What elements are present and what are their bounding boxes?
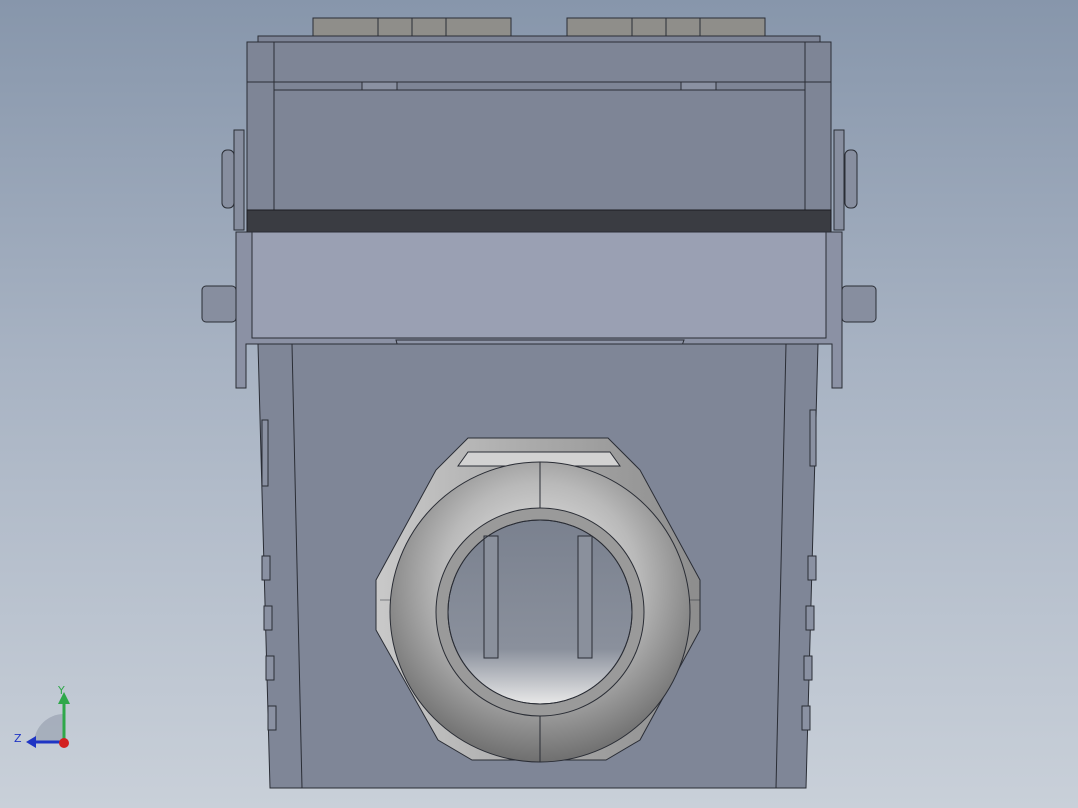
triad-z-label: Z (14, 732, 22, 745)
cable-bore (447, 519, 633, 705)
gasket-band (246, 209, 832, 233)
orientation-triad: Y Z (12, 684, 76, 754)
connector-housing-model[interactable] (0, 0, 1078, 808)
housing-hood[interactable] (246, 41, 832, 211)
cad-viewport[interactable]: Y Z (0, 0, 1078, 808)
top-terminal-blocks (257, 17, 821, 43)
triad-y-label: Y (58, 684, 65, 697)
